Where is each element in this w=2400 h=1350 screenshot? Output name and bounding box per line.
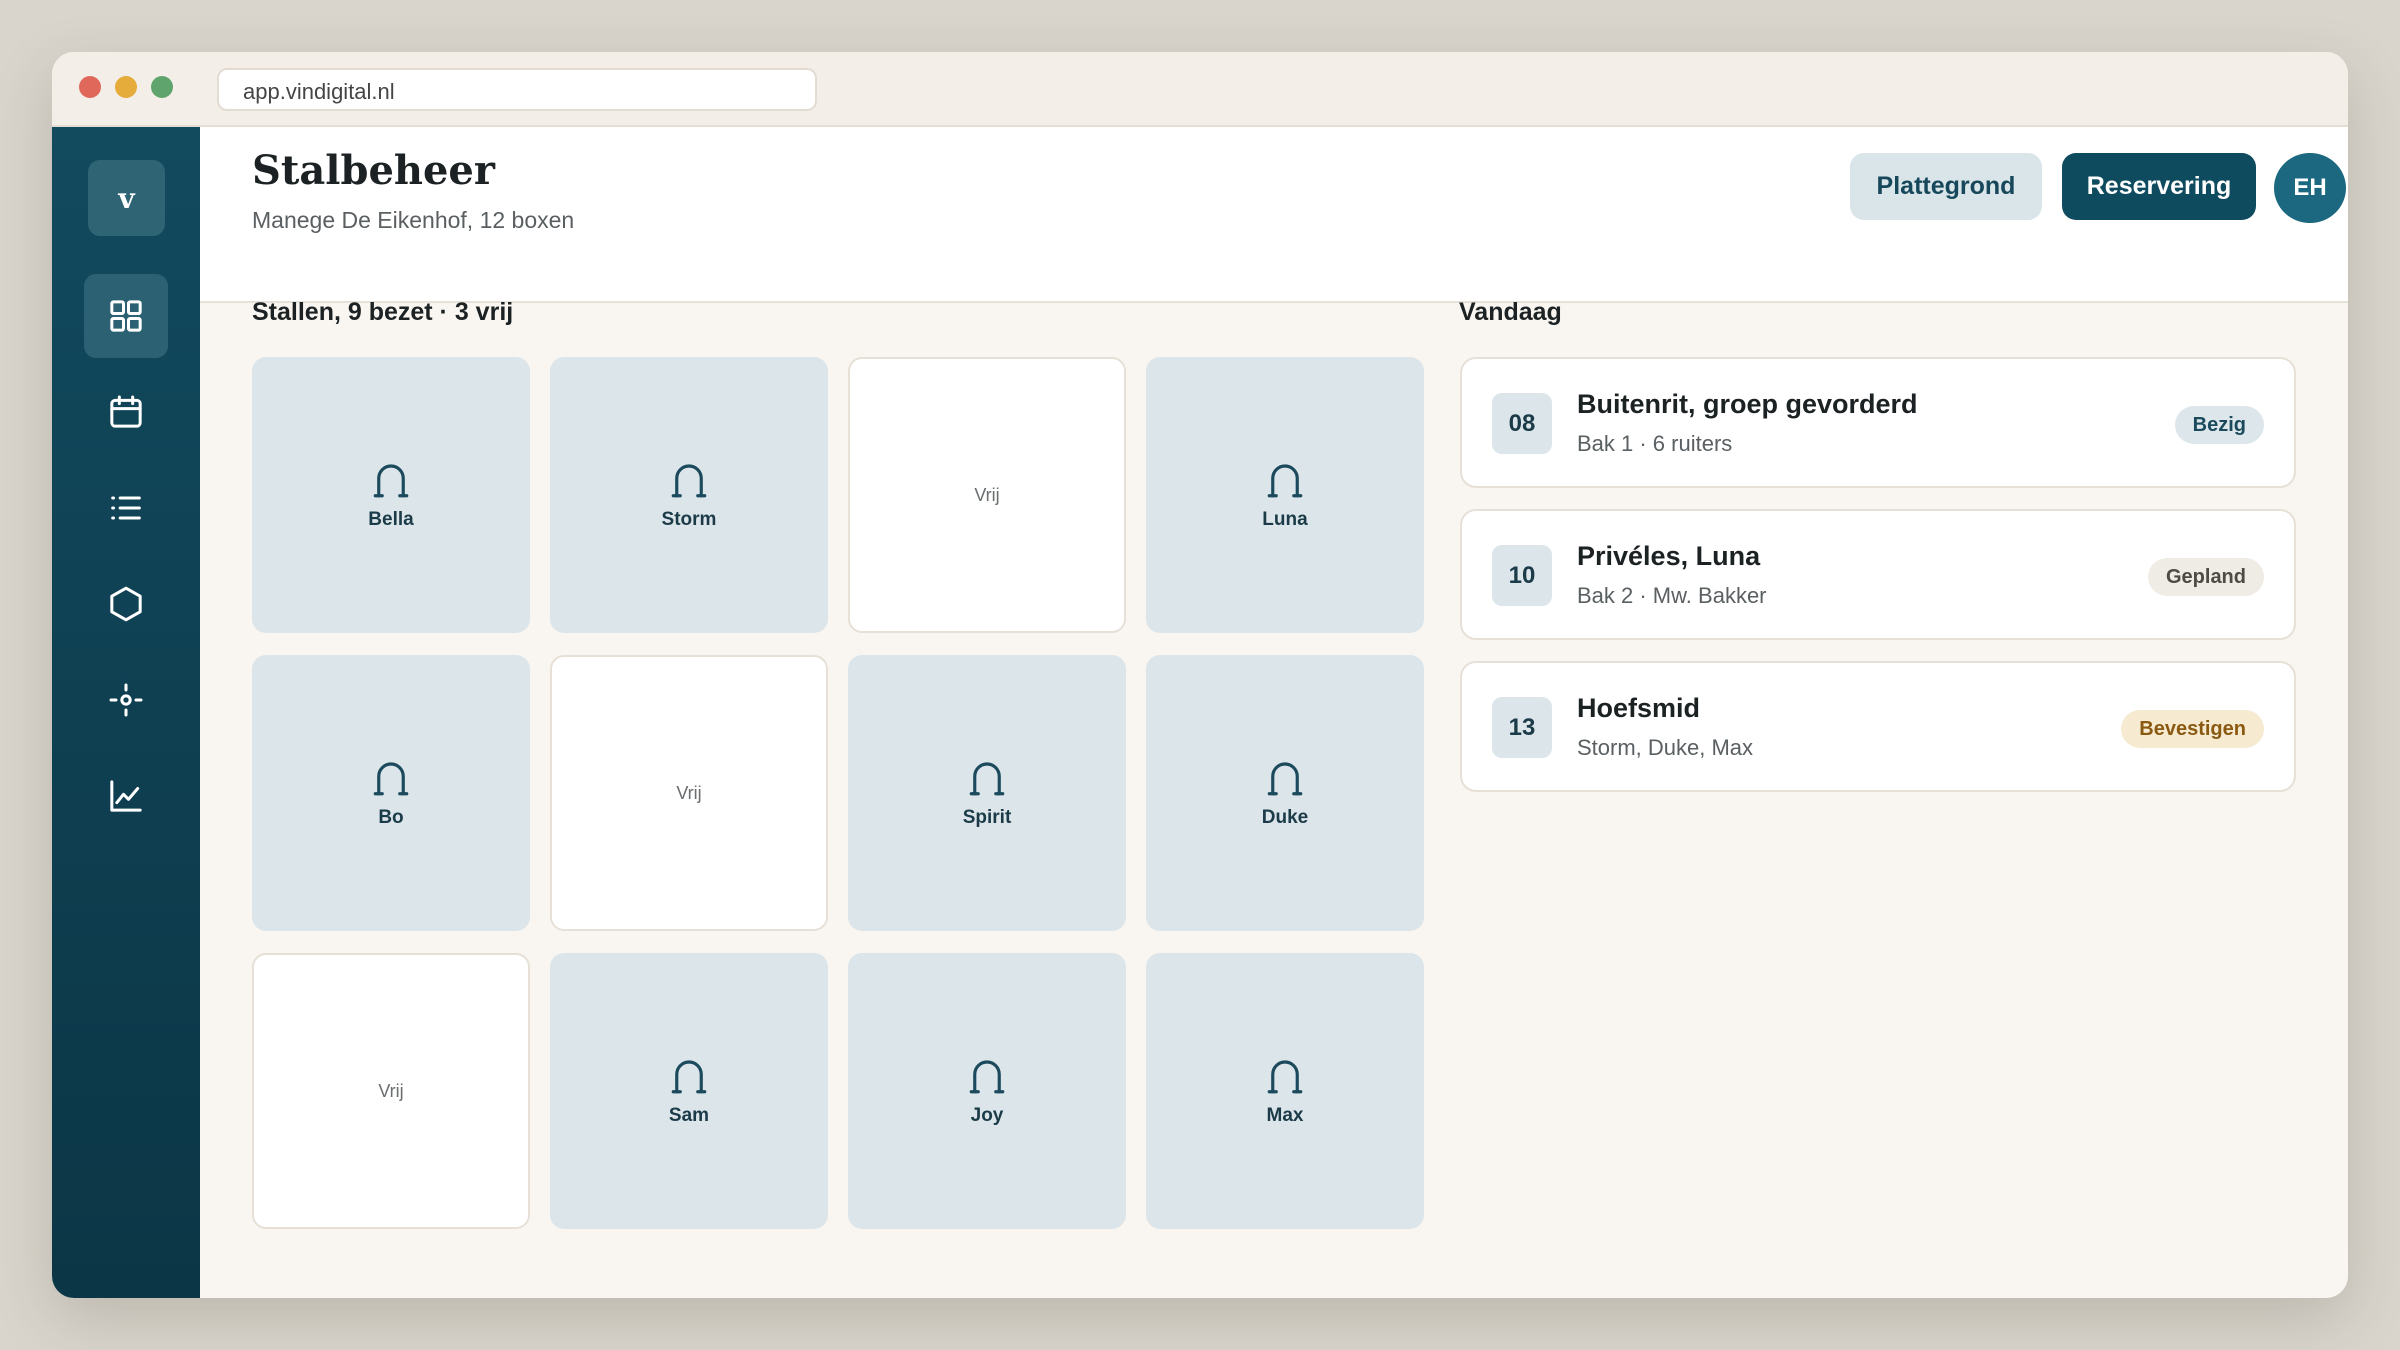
user-avatar[interactable]: EH xyxy=(2274,153,2346,223)
stall-free-label: Vrij xyxy=(676,782,702,803)
grid-icon xyxy=(110,300,142,332)
stall-horse-name: Sam xyxy=(668,1105,710,1126)
status-badge: Bezig xyxy=(2174,406,2264,444)
nav-calendar[interactable] xyxy=(84,370,168,454)
today-heading: Vandaag xyxy=(1459,298,1562,326)
horseshoe-icon xyxy=(969,762,1005,796)
stall-box[interactable]: Vrij xyxy=(550,655,828,931)
stall-horse-name: Storm xyxy=(661,509,717,530)
event-time: 10 xyxy=(1492,545,1552,606)
stall-box[interactable]: Sam xyxy=(550,953,828,1229)
event-card[interactable]: 13 Hoefsmid Storm, Duke, Max Bevestigen xyxy=(1460,661,2296,792)
nav-reports[interactable] xyxy=(84,754,168,838)
stall-horse-name: Spirit xyxy=(962,807,1012,828)
floorplan-button[interactable]: Plattegrond xyxy=(1850,153,2042,220)
stall-box[interactable]: Max xyxy=(1146,953,1424,1229)
event-title: Hoefsmid xyxy=(1577,693,1701,723)
reservation-button[interactable]: Reservering xyxy=(2062,153,2256,220)
event-detail: Bak 1 · 6 ruiters xyxy=(1577,431,1733,456)
horseshoe-icon xyxy=(671,464,707,498)
stalls-heading: Stallen, 9 bezet · 3 vrij xyxy=(252,298,514,326)
sidebar: v xyxy=(52,127,200,1298)
minimize-window-button[interactable] xyxy=(115,76,137,98)
stall-box[interactable]: Vrij xyxy=(848,357,1126,633)
page-title: Stalbeheer xyxy=(252,147,495,194)
stall-horse-name: Luna xyxy=(1262,509,1308,530)
horseshoe-icon xyxy=(373,464,409,498)
list-icon xyxy=(111,496,141,520)
stall-box[interactable]: Spirit xyxy=(848,655,1126,931)
stall-box[interactable]: Bella xyxy=(252,357,530,633)
stall-box[interactable]: Duke xyxy=(1146,655,1424,931)
horseshoe-icon xyxy=(671,1060,707,1094)
event-title: Buitenrit, groep gevorderd xyxy=(1577,389,1918,419)
event-title: Privéles, Luna xyxy=(1577,541,1761,571)
nav-modules[interactable] xyxy=(84,562,168,646)
app-window: app.vindigital.nl v Stalbeheer Manege De… xyxy=(52,52,2348,1298)
event-detail: Storm, Duke, Max xyxy=(1577,735,1754,760)
event-card[interactable]: 08 Buitenrit, groep gevorderd Bak 1 · 6 ru… xyxy=(1460,357,2296,488)
stall-horse-name: Joy xyxy=(970,1105,1004,1126)
hexagon-icon xyxy=(110,586,142,622)
stall-box[interactable]: Vrij xyxy=(252,953,530,1229)
stall-horse-name: Bo xyxy=(378,807,404,828)
browser-titlebar: app.vindigital.nl xyxy=(52,52,2348,127)
address-bar[interactable]: app.vindigital.nl xyxy=(217,68,817,111)
nav-dashboard[interactable] xyxy=(84,274,168,358)
status-badge: Gepland xyxy=(2147,558,2264,596)
stall-free-label: Vrij xyxy=(974,484,1000,505)
stall-horse-name: Max xyxy=(1266,1105,1304,1126)
event-time: 13 xyxy=(1492,697,1552,758)
horseshoe-icon xyxy=(1267,464,1303,498)
stall-box[interactable]: Joy xyxy=(848,953,1126,1229)
stall-free-label: Vrij xyxy=(378,1080,404,1101)
stall-box[interactable]: Storm xyxy=(550,357,828,633)
chart-icon xyxy=(110,780,142,812)
event-detail: Bak 2 · Mw. Bakker xyxy=(1577,583,1767,608)
close-window-button[interactable] xyxy=(79,76,101,98)
event-time: 08 xyxy=(1492,393,1552,454)
page-header: Stalbeheer Manege De Eikenhof, 12 boxen … xyxy=(200,127,2348,303)
event-card[interactable]: 10 Privéles, Luna Bak 2 · Mw. Bakker Geplan… xyxy=(1460,509,2296,640)
crosshair-icon xyxy=(109,683,143,717)
stall-box[interactable]: Bo xyxy=(252,655,530,931)
app-logo[interactable]: v xyxy=(88,160,165,236)
calendar-icon xyxy=(110,395,142,428)
horseshoe-icon xyxy=(1267,762,1303,796)
nav-list[interactable] xyxy=(84,466,168,550)
stall-horse-name: Duke xyxy=(1261,807,1309,828)
horseshoe-icon xyxy=(969,1060,1005,1094)
horseshoe-icon xyxy=(373,762,409,796)
stall-horse-name: Bella xyxy=(368,509,414,530)
status-badge: Bevestigen xyxy=(2121,710,2264,748)
page-subtitle: Manege De Eikenhof, 12 boxen xyxy=(252,207,575,233)
nav-settings[interactable] xyxy=(84,658,168,742)
horseshoe-icon xyxy=(1267,1060,1303,1094)
maximize-window-button[interactable] xyxy=(151,76,173,98)
stall-box[interactable]: Luna xyxy=(1146,357,1424,633)
